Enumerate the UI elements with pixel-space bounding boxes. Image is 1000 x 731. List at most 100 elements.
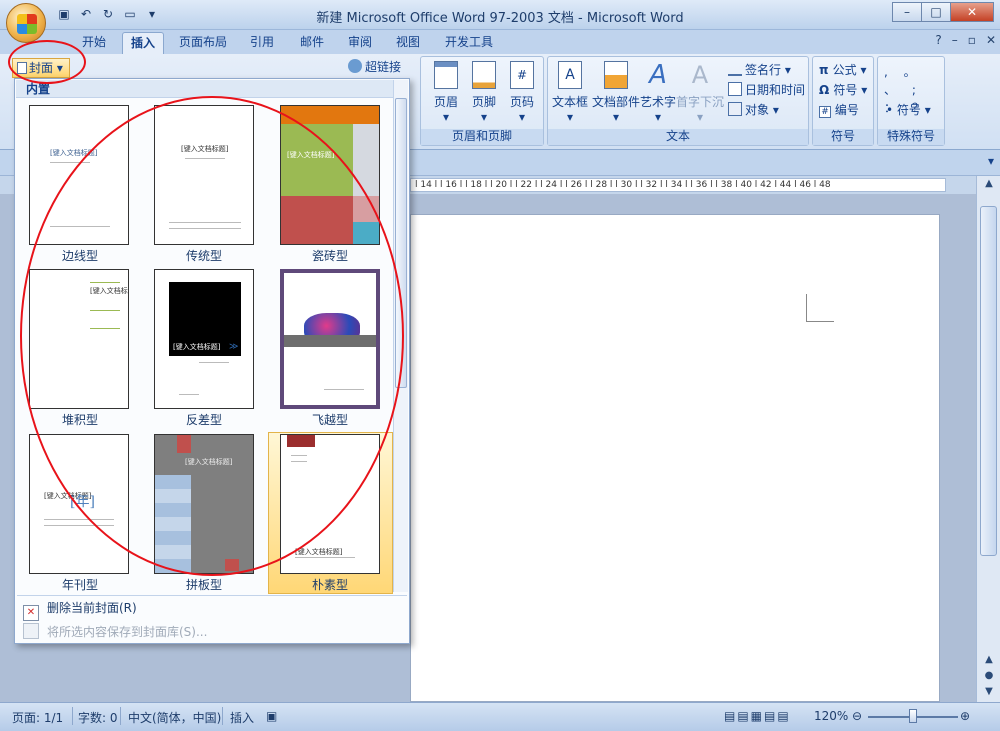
symbol-button[interactable]: Ω 符号 ▾ xyxy=(819,81,867,98)
cover-contrast[interactable]: [键入文档标题] ≫ xyxy=(154,269,254,409)
equation-button[interactable]: π 公式 ▾ xyxy=(819,61,867,78)
cover-tile-title: [键入文档标题] xyxy=(287,151,335,159)
chevron-down-icon: ▾ xyxy=(654,110,662,124)
office-button[interactable] xyxy=(6,3,46,43)
tab-insert[interactable]: 插入 xyxy=(122,32,164,54)
hyperlink-icon xyxy=(348,59,362,73)
cover-button-label: 封面 xyxy=(29,61,54,75)
macro-record-icon[interactable]: ▣ xyxy=(266,709,277,723)
restore-doc-icon[interactable]: ▫ xyxy=(968,33,976,47)
special-symbol-group: , 。 、 ; ： ？ • 符号 ▾ 特殊符号 xyxy=(877,56,945,146)
equation-label: 公式 xyxy=(832,63,857,77)
object-button[interactable]: 对象 ▾ xyxy=(728,101,779,118)
page-count[interactable]: 页面: 1/1 xyxy=(12,709,63,726)
tab-page-layout[interactable]: 页面布局 xyxy=(172,32,234,54)
page-number-button[interactable]: # 页码 ▾ xyxy=(499,61,545,124)
scroll-thumb[interactable] xyxy=(980,206,997,556)
gallery-scroll-thumb[interactable] xyxy=(395,98,407,388)
cover-edge[interactable]: [键入文档标题] xyxy=(29,105,129,245)
browse-object-icon[interactable]: ● xyxy=(981,670,997,684)
chevron-down-icon: ▾ xyxy=(566,110,574,124)
tab-developer[interactable]: 开发工具 xyxy=(438,32,500,54)
minimize-doc-icon[interactable]: – xyxy=(952,33,958,47)
datetime-button[interactable]: 日期和时间 xyxy=(728,81,805,98)
next-page-icon[interactable]: ▼ xyxy=(981,686,997,700)
cover-traditional[interactable]: [键入文档标题] xyxy=(154,105,254,245)
pi-icon: π xyxy=(819,63,833,77)
baidu-watermark: Bai du 经验 xyxy=(770,625,936,658)
baidu-watermark-url: jingyan.baidu.com xyxy=(800,680,902,693)
chevron-down-icon: ▾ xyxy=(442,110,450,124)
special-group-label: 特殊符号 xyxy=(878,129,944,145)
hyperlink-button[interactable]: 超链接 xyxy=(348,58,401,75)
minimize-button[interactable]: – xyxy=(892,2,922,22)
cover-page-gallery: 内置 [键入文档标题] 边线型 [键入文档标题] 传统型 [键入文档标题] 瓷砖… xyxy=(14,78,410,644)
zoom-in-icon[interactable]: ⊕ xyxy=(960,709,970,723)
cover-icon xyxy=(17,62,27,74)
remove-cover-command[interactable]: ✕ 删除当前封面(R) xyxy=(23,599,137,621)
prev-page-icon[interactable]: ▲ xyxy=(981,654,997,668)
dropcap-button[interactable]: A 首字下沉 ▾ xyxy=(676,61,724,124)
tab-home[interactable]: 开始 xyxy=(72,32,116,54)
cover-flyover[interactable] xyxy=(280,269,380,409)
close-doc-icon[interactable]: ✕ xyxy=(986,33,996,47)
cover-tile[interactable]: [键入文档标题] xyxy=(280,105,380,245)
footer-label: 页脚 xyxy=(471,95,496,109)
number-icon: # xyxy=(819,106,831,118)
zoom-out-icon[interactable]: ⊖ xyxy=(852,709,862,723)
signature-icon xyxy=(728,62,742,76)
insert-mode[interactable]: 插入 xyxy=(230,709,254,726)
help-icon[interactable]: ? xyxy=(935,33,941,47)
footer-icon xyxy=(472,61,496,89)
special-symbol-button[interactable]: • 符号 ▾ xyxy=(886,101,931,118)
collapse-ribbon-icon[interactable]: ▾ xyxy=(988,154,994,168)
gallery-separator xyxy=(17,595,407,596)
cover-tile-label: 瓷砖型 xyxy=(311,249,348,263)
language-indicator[interactable]: 中文(简体，中国) xyxy=(128,709,221,726)
status-bar: 页面: 1/1 字数: 0 中文(简体，中国) 插入 ▣ ▤▤▦▤▤ 120% … xyxy=(0,702,1000,731)
bullet-icon: • xyxy=(886,103,897,117)
tab-review[interactable]: 审阅 xyxy=(340,32,380,54)
symbol-group-label: 符号 xyxy=(813,129,873,145)
cover-flyover-label: 飞越型 xyxy=(311,413,348,427)
cover-stack-title: [键入文档标题] xyxy=(90,287,128,295)
gallery-scrollbar[interactable] xyxy=(393,80,408,592)
chevron-down-icon: ▾ xyxy=(612,110,620,124)
vertical-scrollbar[interactable]: ▲ ▲ ● ▼ xyxy=(976,176,1000,702)
number-button[interactable]: # 编号 xyxy=(819,101,859,118)
chevron-down-icon: ▾ xyxy=(518,110,526,124)
cover-plain[interactable]: [键入文档标题] xyxy=(280,434,380,574)
datetime-label: 日期和时间 xyxy=(745,83,806,97)
tab-view[interactable]: 视图 xyxy=(388,32,428,54)
tab-mailings[interactable]: 邮件 xyxy=(292,32,332,54)
zoom-slider-thumb[interactable] xyxy=(909,709,917,723)
cover-puzzle[interactable]: [键入文档标题] xyxy=(154,434,254,574)
header-label: 页眉 xyxy=(433,95,458,109)
scroll-up-icon[interactable]: ▲ xyxy=(981,178,997,192)
close-button[interactable]: ✕ xyxy=(950,2,994,22)
cover-annual[interactable]: [键入文档标题] [年] xyxy=(29,434,129,574)
cover-button[interactable]: 封面 ▾ xyxy=(12,58,70,78)
text-group: A 文本框 ▾ 文档部件 ▾ A 艺术字 ▾ A 首字下沉 ▾ 签名行 ▾ 日期和时间 对象 … xyxy=(547,56,809,146)
maximize-button[interactable]: □ xyxy=(921,2,951,22)
hyperlink-label: 超链接 xyxy=(365,60,402,74)
zoom-level[interactable]: 120% xyxy=(814,709,848,723)
quick-parts-icon xyxy=(604,61,628,89)
textbox-button[interactable]: A 文本框 ▾ xyxy=(550,61,590,124)
save-to-gallery-command[interactable]: 将所选内容保存到封面库(S)... xyxy=(23,623,207,640)
word-count[interactable]: 字数: 0 xyxy=(78,709,118,726)
cover-puzzle-label: 拼板型 xyxy=(185,578,222,592)
chevron-down-icon: ▾ xyxy=(53,61,63,75)
cover-annual-year: [年] xyxy=(70,494,95,510)
cover-stack[interactable]: [键入文档标题] xyxy=(29,269,129,409)
wordart-button[interactable]: A 艺术字 ▾ xyxy=(640,61,676,124)
horizontal-ruler[interactable]: l 14 l l 16 l l 18 l l 20 l l 22 l l 24 … xyxy=(410,178,946,192)
view-buttons[interactable]: ▤▤▦▤▤ xyxy=(724,709,791,723)
tab-references[interactable]: 引用 xyxy=(242,32,282,54)
signature-line-button[interactable]: 签名行 ▾ xyxy=(728,61,791,78)
signature-label: 签名行 xyxy=(745,63,782,77)
dropcap-label: 首字下沉 xyxy=(676,95,725,109)
cover-annual-label: 年刊型 xyxy=(61,578,98,592)
quick-parts-button[interactable]: 文档部件 ▾ xyxy=(592,61,640,124)
calendar-icon xyxy=(728,82,742,96)
